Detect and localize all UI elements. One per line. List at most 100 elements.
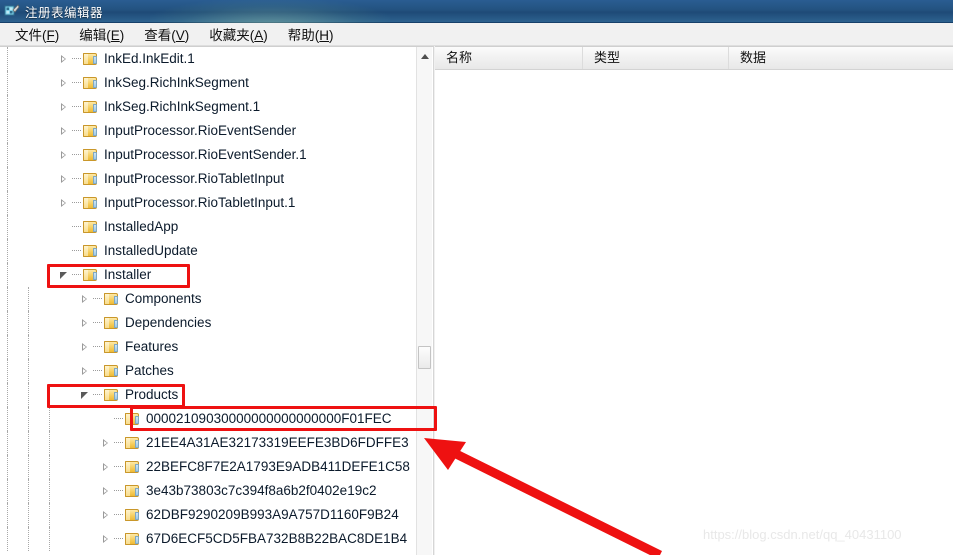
tree-item[interactable]: InstalledUpdate [0, 239, 418, 263]
value-list-body[interactable] [435, 70, 953, 555]
tree-item[interactable]: InputProcessor.RioEventSender [0, 119, 418, 143]
tree-connector [72, 47, 82, 71]
tree-connector [114, 479, 124, 503]
collapse-triangle-icon[interactable] [56, 263, 72, 287]
column-header-data[interactable]: 数据 [729, 47, 953, 69]
expand-triangle-icon[interactable] [77, 287, 93, 311]
tree-leaf-spacer [98, 407, 114, 431]
folder-icon [103, 388, 120, 403]
column-header-type[interactable]: 类型 [583, 47, 729, 69]
tree-indent-guide [0, 119, 56, 143]
expand-triangle-icon[interactable] [98, 527, 114, 551]
tree-vertical-scrollbar[interactable] [416, 47, 432, 555]
tree-connector [72, 263, 82, 287]
tree-connector [72, 215, 82, 239]
folder-icon [103, 364, 120, 379]
tree-indent-guide [0, 527, 98, 551]
tree-item-label: Features [125, 339, 179, 354]
folder-icon [82, 76, 99, 91]
tree-item-label: InstalledUpdate [104, 243, 198, 258]
menu-item-favorites[interactable]: 收藏夹(A) [201, 22, 276, 46]
menu-item-edit[interactable]: 编辑(E) [71, 22, 132, 46]
menu-item-file-label: 文件 [15, 28, 42, 43]
expand-triangle-icon[interactable] [56, 71, 72, 95]
expand-triangle-icon[interactable] [77, 335, 93, 359]
tree-item[interactable]: InputProcessor.RioTabletInput [0, 167, 418, 191]
menu-item-view[interactable]: 查看(V) [136, 22, 197, 46]
tree-indent-guide [0, 47, 56, 71]
expand-triangle-icon[interactable] [56, 143, 72, 167]
tree-item[interactable]: InputProcessor.RioEventSender.1 [0, 143, 418, 167]
tree-connector [114, 527, 124, 551]
tree-item-label: 67D6ECF5CD5FBA732B8B22BAC8DE1B4 [146, 531, 408, 546]
expand-triangle-icon[interactable] [56, 47, 72, 71]
expand-triangle-icon[interactable] [56, 167, 72, 191]
tree-indent-guide [0, 503, 98, 527]
tree-item[interactable]: Patches [0, 359, 418, 383]
tree-item[interactable]: Products [0, 383, 418, 407]
menu-item-help[interactable]: 帮助(H) [280, 22, 342, 46]
collapse-triangle-icon[interactable] [77, 383, 93, 407]
tree-item[interactable]: 62DBF9290209B993A9A757D1160F9B24 [0, 503, 418, 527]
menu-item-edit-label: 编辑 [79, 28, 107, 43]
tree-item[interactable]: 21EE4A31AE32173319EEFE3BD6FDFFE3 [0, 431, 418, 455]
expand-triangle-icon[interactable] [56, 191, 72, 215]
tree-connector [72, 239, 82, 263]
tree-item[interactable]: InkSeg.RichInkSegment [0, 71, 418, 95]
tree-item-label: Products [125, 387, 179, 402]
title-bar-glow [150, 0, 390, 23]
expand-triangle-icon[interactable] [56, 119, 72, 143]
expand-triangle-icon[interactable] [98, 503, 114, 527]
tree-connector [93, 383, 103, 407]
tree-item[interactable]: Components [0, 287, 418, 311]
tree-item-label: 00002109030000000000000000F01FEC [146, 411, 392, 426]
tree-item[interactable]: InkSeg.RichInkSegment.1 [0, 95, 418, 119]
tree-item[interactable]: Features [0, 335, 418, 359]
scroll-up-arrow-icon[interactable] [417, 47, 432, 64]
tree-item[interactable]: 67D6ECF5CD5FBA732B8B22BAC8DE1B4 [0, 527, 418, 551]
tree-indent-guide [0, 71, 56, 95]
tree-item[interactable]: Installer [0, 263, 418, 287]
tree-item-label: InkSeg.RichInkSegment.1 [104, 99, 261, 114]
tree-connector [72, 119, 82, 143]
registry-tree-pane: InkEd.InkEdit.1 InkSeg.RichInkSegment InkS… [0, 46, 434, 555]
tree-indent-guide [0, 311, 77, 335]
tree-item[interactable]: 00002109030000000000000000F01FEC [0, 407, 418, 431]
menu-item-file[interactable]: 文件(F) [7, 22, 67, 46]
tree-item[interactable]: 22BEFC8F7E2A1793E9ADB411DEFE1C58 [0, 455, 418, 479]
tree-indent-guide [0, 383, 77, 407]
tree-item-label: InputProcessor.RioTabletInput [104, 171, 285, 186]
tree-indent-guide [0, 167, 56, 191]
client-area: InkEd.InkEdit.1 InkSeg.RichInkSegment InkS… [0, 46, 953, 555]
tree-item-label: 22BEFC8F7E2A1793E9ADB411DEFE1C58 [146, 459, 410, 474]
expand-triangle-icon[interactable] [98, 431, 114, 455]
scroll-thumb[interactable] [418, 346, 431, 369]
menu-item-help-accel: H [319, 28, 330, 43]
registry-value-list-pane: 名称 类型 数据 [435, 46, 953, 555]
window-title: 注册表编辑器 [25, 5, 104, 20]
tree-connector [72, 143, 82, 167]
tree-item[interactable]: InkEd.InkEdit.1 [0, 47, 418, 71]
tree-connector [72, 191, 82, 215]
registry-tree[interactable]: InkEd.InkEdit.1 InkSeg.RichInkSegment InkS… [0, 47, 418, 555]
expand-triangle-icon[interactable] [77, 359, 93, 383]
tree-item-label: 21EE4A31AE32173319EEFE3BD6FDFFE3 [146, 435, 409, 450]
tree-item[interactable]: Dependencies [0, 311, 418, 335]
folder-icon [82, 268, 99, 283]
tree-item[interactable]: InputProcessor.RioTabletInput.1 [0, 191, 418, 215]
folder-icon [82, 244, 99, 259]
expand-triangle-icon[interactable] [77, 311, 93, 335]
tree-item[interactable]: InstalledApp [0, 215, 418, 239]
column-header-name[interactable]: 名称 [435, 47, 583, 69]
tree-connector [114, 407, 124, 431]
tree-item[interactable]: 3e43b73803c7c394f8a6b2f0402e19c2 [0, 479, 418, 503]
expand-triangle-icon[interactable] [98, 479, 114, 503]
expand-triangle-icon[interactable] [56, 95, 72, 119]
tree-item-label: 3e43b73803c7c394f8a6b2f0402e19c2 [146, 483, 377, 498]
tree-connector [72, 95, 82, 119]
tree-item-label: InkEd.InkEdit.1 [104, 51, 195, 66]
tree-indent-guide [0, 95, 56, 119]
expand-triangle-icon[interactable] [98, 455, 114, 479]
tree-connector [72, 167, 82, 191]
tree-indent-guide [0, 143, 56, 167]
